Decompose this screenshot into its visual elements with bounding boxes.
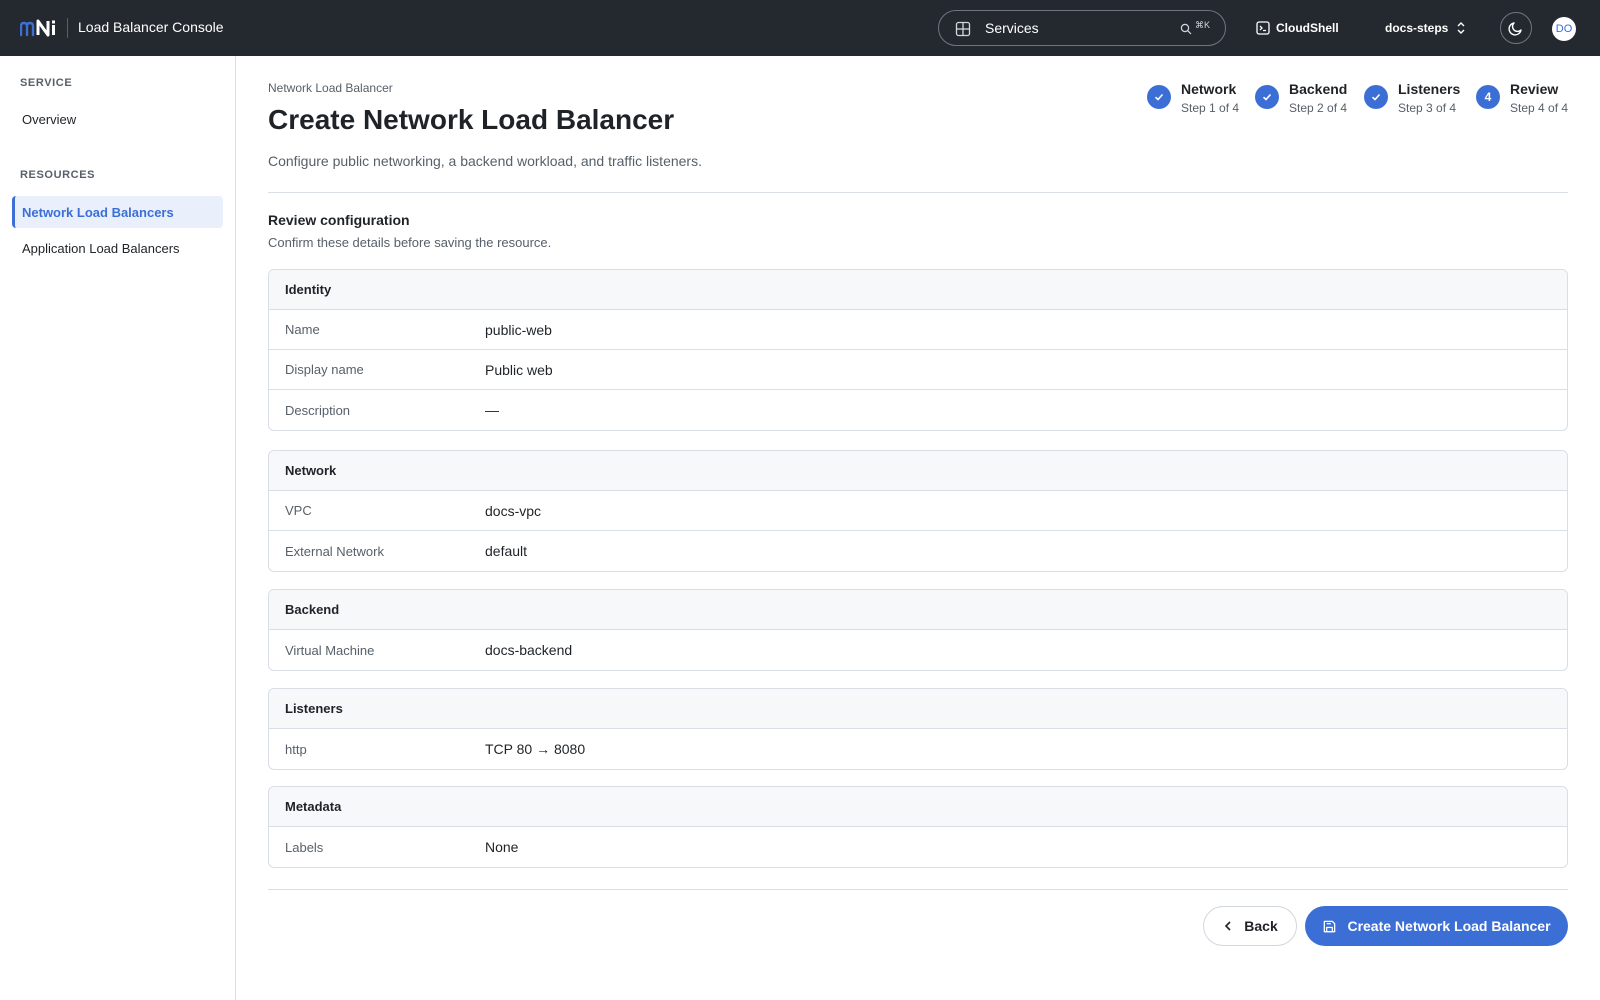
theme-toggle-button[interactable]	[1500, 12, 1532, 44]
back-label: Back	[1244, 918, 1278, 934]
row-value: Public web	[485, 361, 553, 378]
sidebar-item-overview[interactable]: Overview	[12, 103, 223, 135]
step-name: Review	[1510, 81, 1559, 97]
row-key: Description	[285, 402, 351, 418]
check-icon	[1364, 85, 1388, 109]
sidebar-heading-resources: RESOURCES	[20, 169, 96, 181]
sidebar-heading-service: SERVICE	[20, 77, 73, 89]
create-button[interactable]: Create Network Load Balancer	[1305, 906, 1568, 946]
review-row: External Network default	[269, 531, 1567, 571]
row-key: http	[285, 741, 307, 757]
row-value: public-web	[485, 321, 552, 338]
review-row: Description —	[269, 390, 1567, 430]
row-value: docs-backend	[485, 642, 573, 658]
chevron-left-icon	[1225, 921, 1231, 931]
step-name: Backend	[1289, 81, 1348, 97]
search-label: Services	[985, 20, 1039, 36]
review-row: Labels None	[269, 827, 1567, 867]
step-sub: Step 2 of 4	[1289, 101, 1348, 115]
card-title: Metadata	[269, 787, 1567, 827]
review-subtitle: Confirm these details before saving the …	[268, 235, 552, 250]
chevron-up-down-icon	[1457, 22, 1465, 34]
identity-card: Identity Name public-web Display name Pu…	[268, 269, 1568, 431]
step-sub: Step 3 of 4	[1398, 101, 1457, 115]
row-value: docs-vpc	[485, 502, 542, 519]
project-label: docs-steps	[1385, 21, 1449, 35]
search-icon	[1180, 23, 1192, 35]
review-row: Virtual Machine docs-backend	[269, 630, 1567, 670]
backend-card: Backend Virtual Machine docs-backend	[268, 589, 1568, 671]
grid-icon	[955, 21, 971, 37]
divider	[268, 192, 1568, 193]
row-key: Virtual Machine	[285, 642, 375, 658]
divider	[67, 18, 68, 38]
logo-mark	[20, 19, 55, 37]
save-icon	[1324, 920, 1336, 932]
top-bar: mNi Load Balancer Console Services ⌘K Cl…	[0, 0, 1600, 56]
terminal-icon	[1256, 21, 1270, 35]
row-key: Name	[285, 322, 320, 337]
cloudshell-button[interactable]: CloudShell	[1256, 18, 1339, 38]
card-title: Identity	[269, 270, 1567, 310]
breadcrumb[interactable]: Network Load Balancer	[268, 81, 393, 95]
check-icon	[1147, 85, 1171, 109]
listeners-card: Listeners http TCP 80 → 8080	[268, 688, 1568, 770]
step-name: Network	[1181, 81, 1237, 97]
row-value: TCP 80 → 8080	[485, 741, 586, 757]
step-sub: Step 4 of 4	[1510, 101, 1569, 115]
back-button[interactable]: Back	[1203, 906, 1297, 946]
moon-icon	[1508, 22, 1522, 36]
avatar[interactable]: DO	[1552, 17, 1576, 41]
row-key: Display name	[285, 362, 364, 377]
review-title: Review configuration	[268, 212, 410, 228]
review-row: http TCP 80 → 8080	[269, 729, 1567, 769]
card-title: Network	[269, 451, 1567, 491]
sidebar-item-network-load-balancers[interactable]: Network Load Balancers	[12, 196, 223, 228]
review-row: VPC docs-vpc	[269, 491, 1567, 531]
network-card: Network VPC docs-vpc External Network de…	[268, 450, 1568, 572]
row-value: —	[485, 402, 499, 418]
divider	[268, 889, 1568, 890]
row-value: None	[485, 839, 519, 855]
logo[interactable]: mNi	[20, 16, 60, 40]
card-title: Listeners	[269, 689, 1567, 729]
services-search[interactable]: Services ⌘K	[938, 10, 1226, 46]
sidebar-item-application-load-balancers[interactable]: Application Load Balancers	[12, 232, 223, 264]
row-key: VPC	[285, 503, 312, 518]
step-number: 4	[1476, 85, 1500, 109]
metadata-card: Metadata Labels None	[268, 786, 1568, 868]
project-selector[interactable]: docs-steps	[1385, 18, 1466, 38]
app-title: Load Balancer Console	[78, 19, 224, 35]
step-name: Listeners	[1398, 81, 1461, 97]
cloudshell-label: CloudShell	[1276, 21, 1339, 35]
review-row: Name public-web	[269, 310, 1567, 350]
step-sub: Step 1 of 4	[1181, 101, 1240, 115]
page-title: Create Network Load Balancer	[268, 104, 675, 135]
sidebar: SERVICE Overview RESOURCES Network Load …	[0, 56, 236, 1000]
keyboard-shortcut: ⌘K	[1195, 20, 1211, 30]
check-icon	[1255, 85, 1279, 109]
row-key: Labels	[285, 839, 324, 855]
row-value: default	[485, 543, 528, 559]
review-row: Display name Public web	[269, 350, 1567, 390]
card-title: Backend	[269, 590, 1567, 630]
page-subtitle: Configure public networking, a backend w…	[268, 153, 702, 169]
row-key: External Network	[285, 543, 384, 559]
create-label: Create Network Load Balancer	[1347, 918, 1551, 934]
